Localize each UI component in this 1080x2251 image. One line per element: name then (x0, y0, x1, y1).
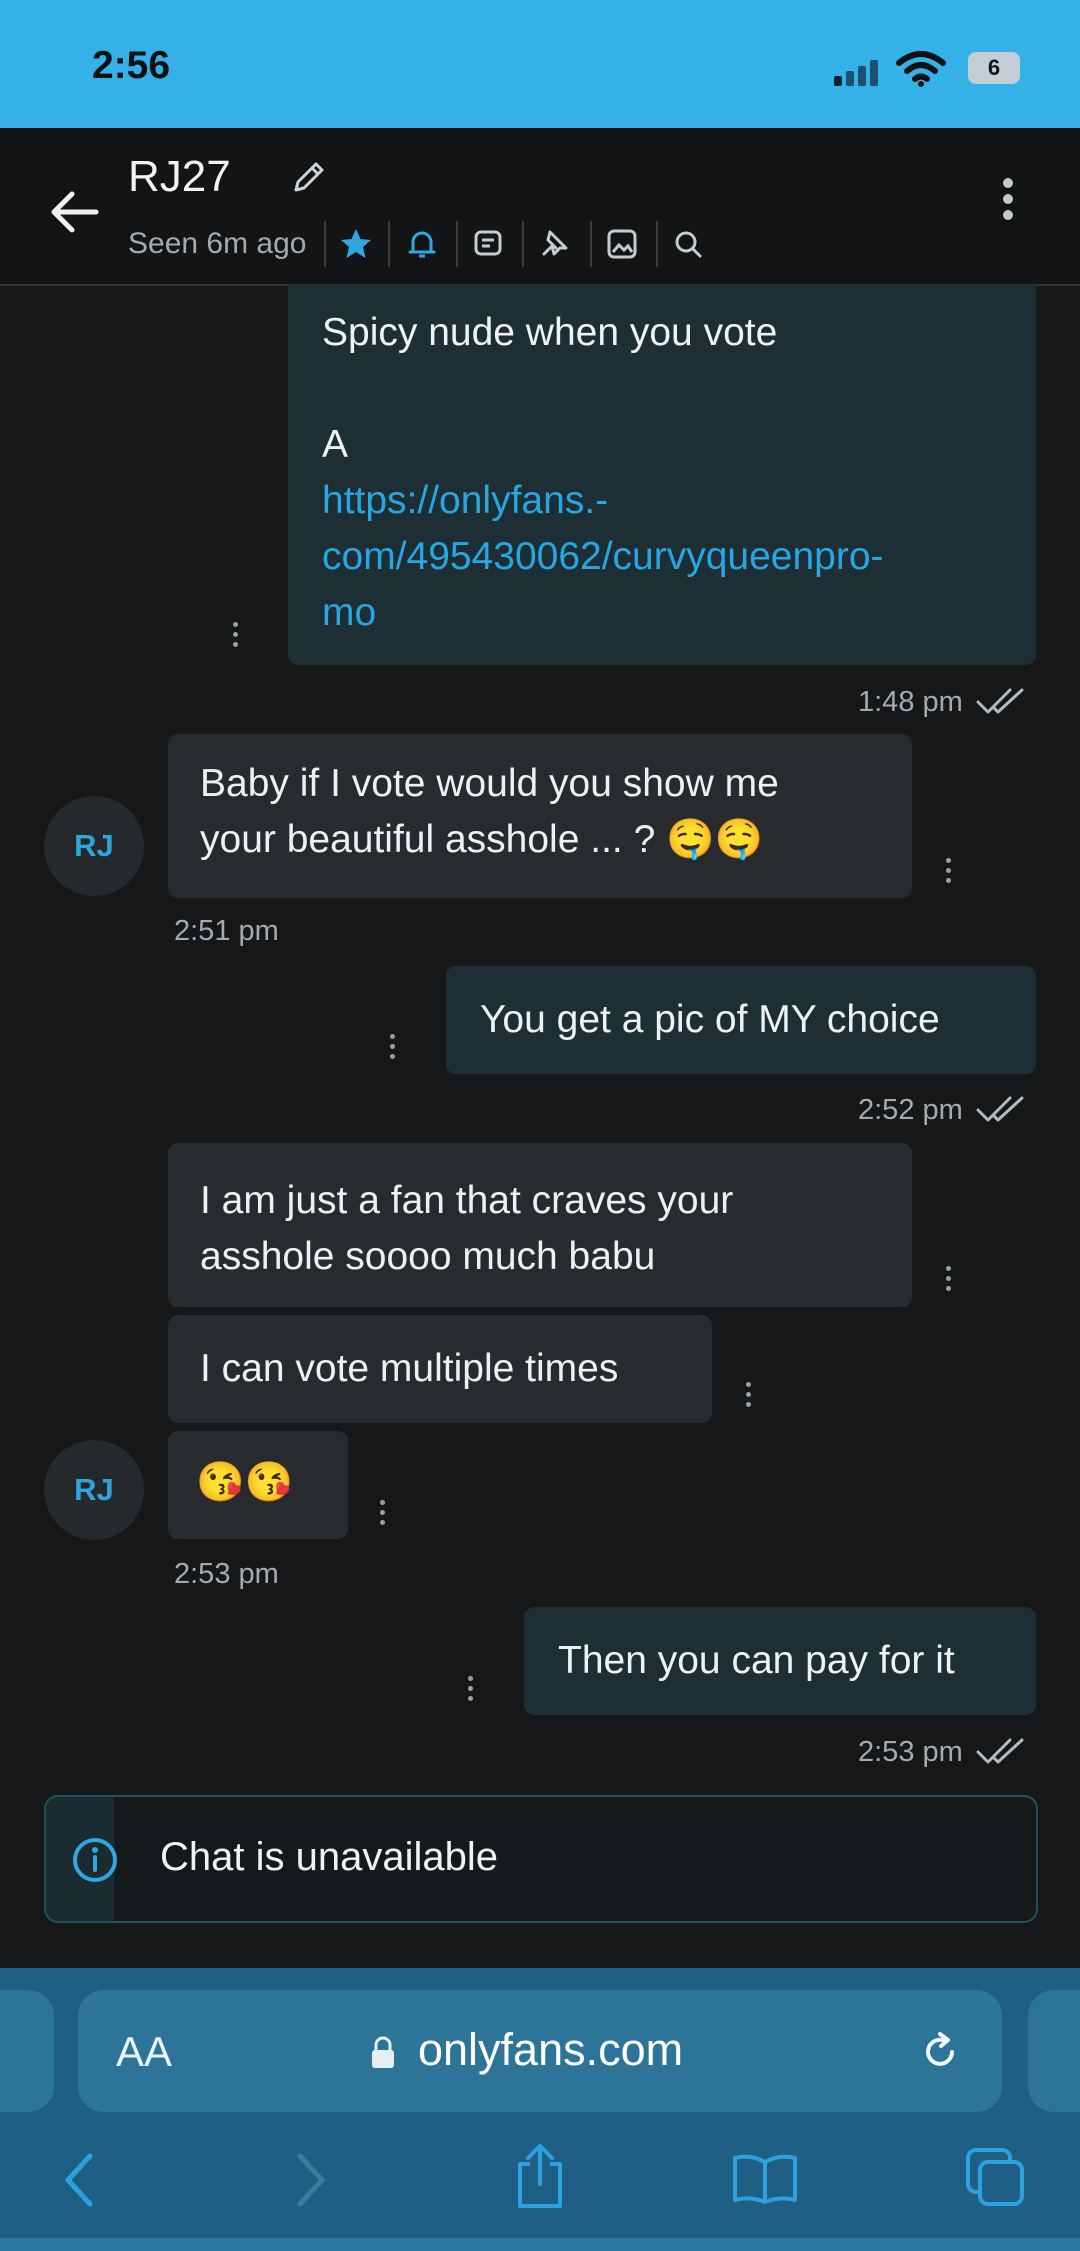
last-seen: Seen 6m ago (128, 227, 307, 260)
signal-icon (834, 58, 884, 86)
message-link[interactable]: https://onlyfans.- (322, 473, 1012, 529)
message-options-icon[interactable] (746, 1382, 752, 1412)
previous-tab-preview[interactable] (0, 1990, 54, 2112)
bookmarks-icon[interactable] (730, 2152, 800, 2206)
message-options-icon[interactable] (946, 858, 952, 888)
star-icon[interactable] (338, 226, 374, 262)
pin-icon[interactable] (536, 226, 572, 262)
chat-unavailable-text: Chat is unavailable (160, 1835, 498, 1879)
search-icon[interactable] (670, 226, 706, 262)
battery-icon: 6 (968, 52, 1020, 84)
message-text: Baby if I vote would you show me (200, 762, 779, 805)
message-text: A (322, 423, 349, 466)
wifi-icon (896, 51, 946, 87)
message-text (322, 361, 1012, 417)
back-arrow-icon[interactable] (50, 190, 100, 234)
avatar[interactable]: RJ (44, 1440, 144, 1540)
message-time: 2:53 pm (858, 1736, 963, 1768)
lock-icon (372, 2036, 394, 2068)
back-chevron-icon[interactable] (60, 2150, 100, 2210)
message-bubble-incoming[interactable]: 😘😘 (168, 1431, 348, 1539)
message-options-icon[interactable] (390, 1034, 396, 1064)
status-bar: 2:56 6 (0, 0, 1080, 128)
message-options-icon[interactable] (946, 1266, 952, 1296)
info-icon (73, 1838, 117, 1882)
drooling-face-emoji: 🤤🤤 (666, 818, 764, 861)
forward-chevron-icon[interactable] (290, 2150, 330, 2210)
status-time: 2:56 (92, 44, 171, 87)
message-time: 2:52 pm (858, 1094, 963, 1126)
message-time: 1:48 pm (858, 686, 963, 718)
message-link[interactable]: mo (322, 585, 1012, 641)
message-options-icon[interactable] (233, 622, 239, 652)
message-time: 2:53 pm (174, 1558, 279, 1590)
read-checkmarks-icon (976, 688, 1024, 714)
kissing-face-emoji: 😘😘 (196, 1461, 294, 1504)
next-tab-preview[interactable] (1028, 1990, 1080, 2112)
message-text: Spicy nude when you vote (322, 311, 778, 354)
bell-icon[interactable] (404, 226, 440, 262)
address-bar[interactable]: AA onlyfans.com (78, 1990, 1002, 2112)
read-checkmarks-icon (976, 1096, 1024, 1122)
message-bubble-outgoing[interactable]: Then you can pay for it (524, 1607, 1036, 1715)
text-size-button[interactable]: AA (116, 2028, 172, 2076)
message-link[interactable]: com/495430062/curvyqueenpro- (322, 529, 1012, 585)
message-options-icon[interactable] (380, 1500, 386, 1530)
message-text: I am just a fan that craves your (200, 1179, 734, 1222)
chat-header: RJ27 Seen 6m ago (0, 128, 1080, 286)
avatar[interactable]: RJ (44, 796, 144, 896)
tabs-icon[interactable] (964, 2146, 1028, 2210)
share-icon[interactable] (510, 2140, 570, 2212)
message-text: Then you can pay for it (558, 1639, 955, 1682)
message-time: 2:51 pm (174, 915, 279, 947)
message-bubble-incoming[interactable]: I am just a fan that craves your asshole… (168, 1143, 912, 1307)
chat-unavailable-banner: Chat is unavailable (44, 1795, 1038, 1923)
media-icon[interactable] (604, 226, 640, 262)
reload-icon[interactable] (918, 2030, 962, 2074)
read-checkmarks-icon (976, 1738, 1024, 1764)
message-bubble-outgoing[interactable]: Spicy nude when you vote A https://onlyf… (288, 285, 1036, 665)
tip-icon[interactable] (470, 226, 506, 262)
message-text: your beautiful asshole ... ? (200, 818, 656, 861)
url-domain[interactable]: onlyfans.com (418, 2024, 683, 2076)
browser-toolbar: AA onlyfans.com (0, 1968, 1080, 2251)
bottom-overflow-strip (0, 2238, 1080, 2251)
contact-name[interactable]: RJ27 (128, 152, 231, 202)
more-options-icon[interactable] (1003, 178, 1013, 226)
message-options-icon[interactable] (468, 1676, 474, 1706)
message-text: asshole soooo much babu (200, 1235, 656, 1278)
message-text: I can vote multiple times (200, 1347, 619, 1390)
message-bubble-incoming[interactable]: I can vote multiple times (168, 1315, 712, 1423)
message-bubble-outgoing[interactable]: You get a pic of MY choice (446, 966, 1036, 1074)
message-text: You get a pic of MY choice (480, 998, 940, 1041)
edit-pencil-icon[interactable] (288, 158, 328, 198)
message-bubble-incoming[interactable]: Baby if I vote would you show me your be… (168, 734, 912, 898)
